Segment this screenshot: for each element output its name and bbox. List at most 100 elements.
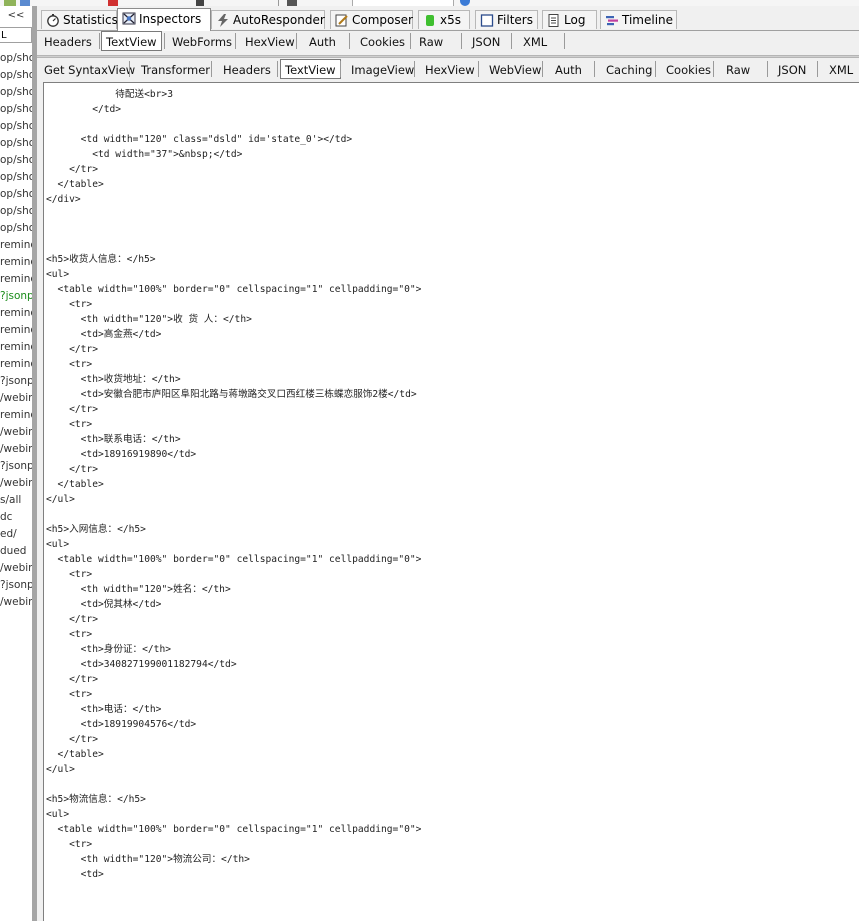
session-row[interactable]: dc — [0, 509, 32, 526]
session-row[interactable]: op/sho — [0, 203, 32, 220]
tab-composer[interactable]: Composer — [330, 10, 413, 29]
tab-inspectors[interactable]: Inspectors — [117, 8, 211, 31]
resp-tab-hexview[interactable]: HexView — [425, 61, 475, 79]
resp-tab-raw[interactable]: Raw — [726, 61, 750, 79]
code-line: <td>安徽合肥市庐阳区阜阳北路与蒋墩路交叉口西红楼三栋蝶恋服饰2楼</td> — [46, 389, 417, 400]
tab-separator — [478, 61, 479, 77]
code-line: </tr> — [46, 734, 98, 745]
session-row[interactable]: op/sho — [0, 169, 32, 186]
resp-tab-xml[interactable]: XML — [829, 61, 853, 79]
response-inspector-tabs: Get SyntaxView Transformer Headers TextV… — [37, 59, 859, 81]
session-row[interactable]: remind — [0, 407, 32, 424]
response-body-text[interactable]: 待配送<br>3 </td> <td width="120" class="ds… — [44, 83, 859, 882]
resp-tab-imageview[interactable]: ImageView — [351, 61, 414, 79]
session-row[interactable]: /webim — [0, 594, 32, 611]
session-row[interactable]: op/sho — [0, 186, 32, 203]
tab-timeline[interactable]: Timeline — [600, 10, 677, 29]
session-row[interactable]: op/sho — [0, 67, 32, 84]
code-line: <th>联系电话：</th> — [46, 434, 181, 445]
session-row[interactable]: dued — [0, 543, 32, 560]
session-row[interactable]: ed/ — [0, 526, 32, 543]
tab-x5s[interactable]: x5s — [418, 10, 470, 29]
panel-splitter[interactable] — [32, 6, 37, 921]
session-row[interactable]: remind — [0, 237, 32, 254]
session-row[interactable]: s/all — [0, 492, 32, 509]
tab-filters[interactable]: Filters — [475, 10, 538, 29]
session-row[interactable]: op/sho — [0, 84, 32, 101]
session-row[interactable]: remind — [0, 305, 32, 322]
session-row[interactable]: /webim — [0, 560, 32, 577]
session-list-panel: << L op/sho op/sho op/sho op/sho op/sho op/sh… — [0, 6, 32, 921]
stopwatch-icon — [47, 14, 59, 27]
main-tabs: Statistics Inspectors AutoResponder Comp… — [37, 6, 859, 31]
resp-tab-transformer[interactable]: Transformer — [141, 61, 210, 79]
resp-tab-textview[interactable]: TextView — [280, 59, 341, 79]
code-line: </tr> — [46, 344, 98, 355]
collapse-button[interactable]: << — [0, 10, 32, 22]
session-row[interactable]: /webim — [0, 475, 32, 492]
request-response-splitter[interactable] — [37, 55, 859, 58]
tab-label: Log — [564, 13, 586, 27]
session-row[interactable]: op/sho — [0, 220, 32, 237]
session-row[interactable]: ?jsonp — [0, 458, 32, 475]
session-row[interactable]: op/sho — [0, 50, 32, 67]
resp-tab-caching[interactable]: Caching — [606, 61, 652, 79]
tab-autoresponder[interactable]: AutoResponder — [211, 10, 325, 29]
session-row[interactable]: op/sho — [0, 101, 32, 118]
code-line: <tr> — [46, 629, 93, 640]
session-row[interactable]: /webim — [0, 390, 32, 407]
session-row[interactable]: op/sho — [0, 152, 32, 169]
tab-label: Composer — [352, 13, 413, 27]
session-row[interactable]: /webim — [0, 424, 32, 441]
session-filter-input[interactable]: L — [0, 27, 32, 43]
code-line: <td>340827199001182794</td> — [46, 659, 237, 670]
tab-log[interactable]: Log — [542, 10, 597, 29]
session-row[interactable]: /webim — [0, 441, 32, 458]
req-tab-textview[interactable]: TextView — [101, 31, 162, 51]
tab-statistics[interactable]: Statistics — [41, 10, 118, 29]
response-textview[interactable]: 待配送<br>3 </td> <td width="120" class="ds… — [43, 82, 859, 921]
session-row[interactable]: remind — [0, 339, 32, 356]
session-row[interactable]: remind — [0, 271, 32, 288]
req-tab-hexview[interactable]: HexView — [245, 33, 295, 51]
code-line: <tr> — [46, 689, 93, 700]
req-tab-raw[interactable]: Raw — [419, 33, 443, 51]
resp-tab-webview[interactable]: WebView — [489, 61, 541, 79]
session-row[interactable]: ?jsonp — [0, 373, 32, 390]
resp-tab-headers[interactable]: Headers — [223, 61, 271, 79]
req-tab-headers[interactable]: Headers — [44, 33, 92, 51]
tab-label: Statistics — [63, 13, 118, 27]
tab-label: Timeline — [622, 13, 674, 27]
tab-label: Inspectors — [139, 12, 202, 26]
session-row[interactable]: op/sho — [0, 118, 32, 135]
req-tab-webforms[interactable]: WebForms — [172, 33, 232, 51]
tab-separator — [211, 61, 212, 77]
resp-tab-auth[interactable]: Auth — [555, 61, 582, 79]
tab-separator — [594, 61, 595, 77]
session-row[interactable]: ?jsonp — [0, 577, 32, 594]
inspectors-icon — [122, 12, 136, 25]
req-tab-json[interactable]: JSON — [472, 33, 500, 51]
code-line: </table> — [46, 479, 104, 490]
session-row[interactable]: remind — [0, 356, 32, 373]
session-row[interactable]: remind — [0, 322, 32, 339]
x5s-icon — [426, 15, 434, 26]
req-tab-xml[interactable]: XML — [523, 33, 547, 51]
session-row[interactable]: remind — [0, 254, 32, 271]
composer-icon — [335, 14, 348, 27]
tab-label: x5s — [440, 13, 461, 27]
code-line: <table width="100%" border="0" cellspaci… — [46, 284, 422, 295]
session-row[interactable]: op/sho — [0, 135, 32, 152]
req-tab-auth[interactable]: Auth — [309, 33, 336, 51]
code-line: <th width="120">物流公司：</th> — [46, 854, 250, 865]
req-tab-cookies[interactable]: Cookies — [360, 33, 405, 51]
code-line: </tr> — [46, 614, 98, 625]
resp-tab-json[interactable]: JSON — [778, 61, 806, 79]
tab-separator — [235, 33, 236, 49]
resp-tab-cookies[interactable]: Cookies — [666, 61, 711, 79]
resp-tab-syntaxview[interactable]: Get SyntaxView — [44, 61, 135, 79]
session-row[interactable]: ?jsonp — [0, 288, 32, 305]
